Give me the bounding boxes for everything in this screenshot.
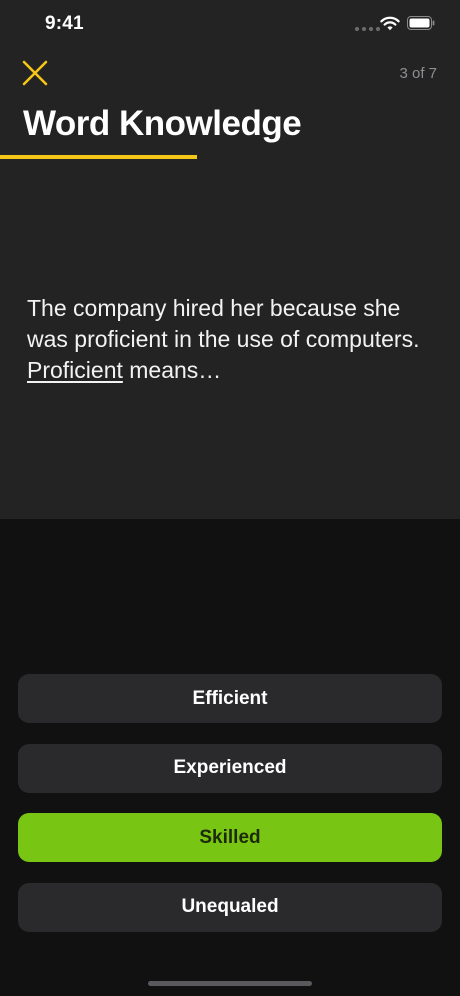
question-text-before: The company hired her because she was pr… bbox=[27, 295, 420, 352]
question-text: The company hired her because she was pr… bbox=[27, 293, 427, 386]
progress-indicator: 3 of 7 bbox=[399, 65, 437, 82]
wifi-icon bbox=[380, 16, 400, 31]
title-underline bbox=[0, 155, 197, 159]
question-text-after: means… bbox=[122, 357, 222, 383]
page-title: Word Knowledge bbox=[23, 104, 302, 143]
answer-option-experienced[interactable]: Experienced bbox=[18, 743, 442, 793]
close-button[interactable] bbox=[20, 58, 50, 88]
close-icon bbox=[22, 60, 48, 86]
question-panel: 9:41 3 of 7 Word Knowledge The company h… bbox=[0, 0, 460, 519]
cellular-signal-icon bbox=[355, 27, 380, 31]
answer-option-unequaled[interactable]: Unequaled bbox=[18, 882, 442, 932]
answer-option-skilled[interactable]: Skilled bbox=[18, 813, 442, 862]
battery-icon bbox=[407, 16, 435, 30]
home-indicator[interactable] bbox=[148, 981, 312, 986]
answer-option-efficient[interactable]: Efficient bbox=[18, 674, 442, 723]
answer-options: Efficient Experienced Skilled Unequaled bbox=[18, 674, 442, 952]
status-time: 9:41 bbox=[45, 13, 84, 34]
question-keyword: Proficient bbox=[27, 357, 123, 383]
status-bar: 9:41 bbox=[0, 0, 460, 50]
